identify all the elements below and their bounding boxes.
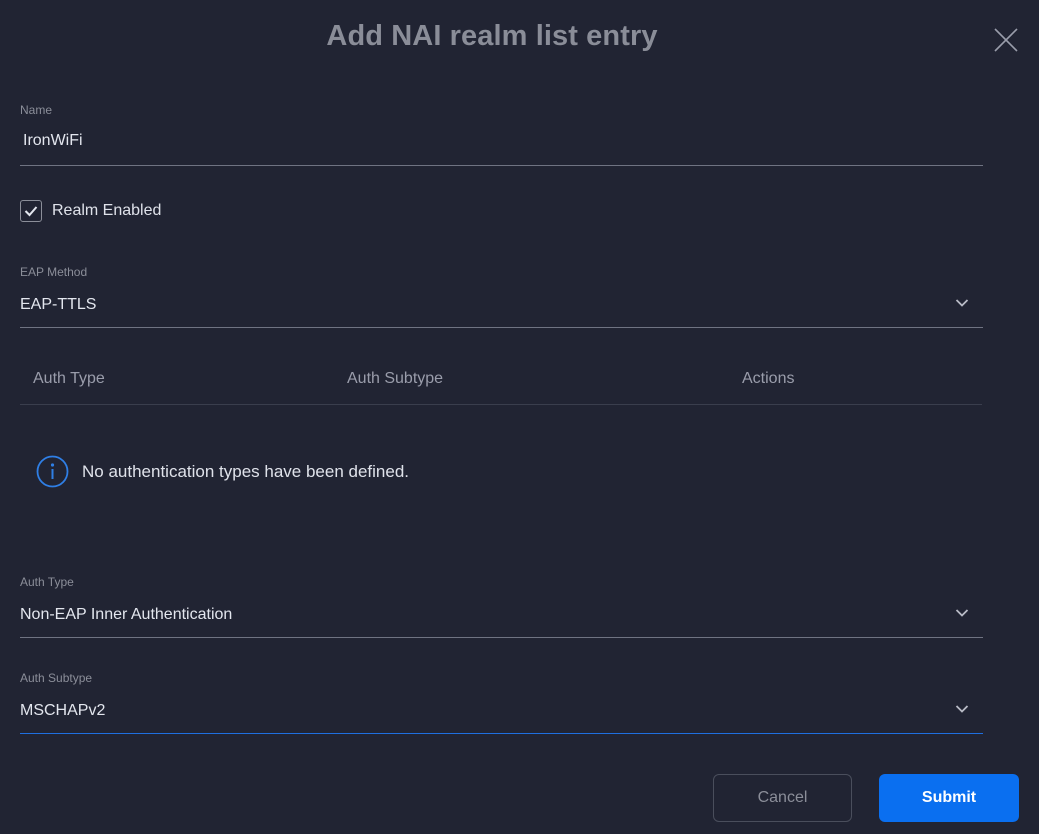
dialog-title: Add NAI realm list entry — [326, 20, 658, 52]
submit-button[interactable]: Submit — [879, 774, 1019, 822]
cancel-button[interactable]: Cancel — [713, 774, 852, 822]
info-icon — [36, 455, 69, 488]
auth-type-select[interactable]: Auth Type Non-EAP Inner Authentication — [20, 575, 983, 639]
column-auth-type: Auth Type — [33, 370, 105, 387]
chevron-down-icon[interactable] — [955, 298, 969, 308]
auth-type-label: Auth Type — [20, 575, 74, 589]
close-button[interactable] — [991, 25, 1021, 55]
auth-subtype-select[interactable]: Auth Subtype MSCHAPv2 — [20, 671, 983, 735]
empty-auth-message: No authentication types have been define… — [36, 455, 409, 488]
add-nai-realm-dialog: Add NAI realm list entry Name IronWiFi R… — [0, 0, 1039, 834]
name-input[interactable]: IronWiFi — [23, 131, 983, 151]
empty-auth-text: No authentication types have been define… — [82, 461, 410, 481]
auth-type-value: Non-EAP Inner Authentication — [20, 606, 233, 623]
realm-enabled-checkbox[interactable] — [20, 200, 42, 222]
name-field[interactable]: Name IronWiFi — [20, 103, 983, 167]
eap-method-select[interactable]: EAP Method EAP-TTLS — [20, 265, 983, 329]
auth-subtype-value: MSCHAPv2 — [20, 702, 106, 719]
check-icon — [24, 206, 38, 217]
auth-type-underline — [20, 637, 983, 638]
name-underline — [20, 165, 983, 166]
realm-enabled-checkbox-row[interactable]: Realm Enabled — [20, 200, 161, 222]
chevron-down-icon[interactable] — [955, 608, 969, 618]
eap-method-label: EAP Method — [20, 265, 88, 279]
eap-method-underline — [20, 327, 983, 328]
realm-enabled-label: Realm Enabled — [52, 202, 162, 219]
eap-method-value: EAP-TTLS — [20, 296, 97, 313]
auth-subtype-label: Auth Subtype — [20, 671, 93, 685]
name-label: Name — [20, 103, 53, 117]
chevron-down-icon[interactable] — [955, 704, 969, 714]
auth-subtype-underline — [20, 733, 983, 734]
column-auth-subtype: Auth Subtype — [347, 370, 444, 387]
close-icon — [994, 28, 1018, 52]
column-actions: Actions — [742, 370, 795, 387]
auth-table-header: Auth Type Auth Subtype Actions — [20, 368, 982, 405]
